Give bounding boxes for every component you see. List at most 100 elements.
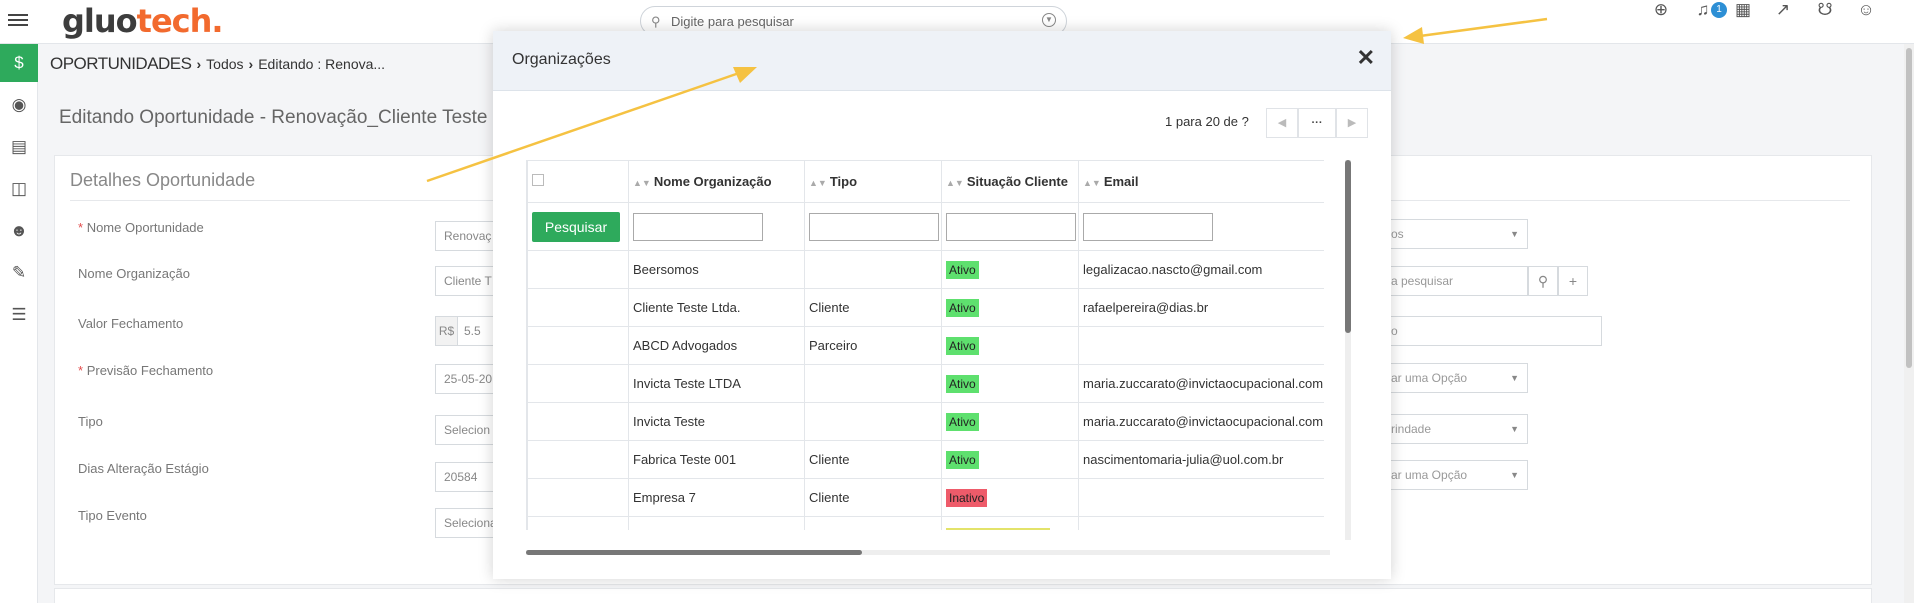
org-type: Cliente xyxy=(804,478,942,517)
bell-icon[interactable]: ♫ xyxy=(1693,0,1713,20)
chevron-down-icon[interactable]: ▼ xyxy=(1042,13,1056,27)
org-name[interactable] xyxy=(628,516,805,530)
chevron-right-icon: › xyxy=(248,56,254,72)
money-bag-icon[interactable]: ◉ xyxy=(0,86,38,124)
scrollbar-thumb[interactable] xyxy=(1906,48,1912,368)
cart-icon[interactable]: ☋ xyxy=(1815,0,1835,20)
right-select-4[interactable]: ar uma Opção ▼ xyxy=(1384,460,1528,490)
table-row[interactable]: Invicta Teste LTDA Ativo maria.zuccarato@i… xyxy=(527,364,1324,403)
chart-icon[interactable]: ↗ xyxy=(1773,0,1793,20)
org-type xyxy=(804,364,942,403)
org-status: Ativo xyxy=(941,402,1079,441)
logo[interactable]: gluotech. xyxy=(62,2,224,40)
table-row[interactable]: Beersomos Ativo legalizacao.nascto@gmail.c… xyxy=(527,250,1324,289)
page-title: Editando Oportunidade - Renovação_Client… xyxy=(59,107,488,128)
org-email: maria.zuccarato@invictaocupacional.com.b… xyxy=(1078,364,1324,403)
column-header-name[interactable]: ▲▼ Nome Organização xyxy=(628,160,805,203)
filter-cell xyxy=(804,202,942,251)
search-button[interactable]: Pesquisar xyxy=(532,211,620,242)
org-status: Ativo xyxy=(941,440,1079,479)
table-row[interactable]: ABCD Advogados Parceiro Ativo xyxy=(527,326,1324,365)
right-select-3[interactable]: rindade ▼ xyxy=(1384,414,1528,444)
menu-icon[interactable] xyxy=(8,11,28,31)
breadcrumb-root[interactable]: OPORTUNIDADES xyxy=(50,54,192,73)
table-row[interactable]: Cliente Teste Ltda. Cliente Ativo rafaelper… xyxy=(527,288,1324,327)
right-search-input[interactable]: a pesquisar xyxy=(1384,266,1528,296)
invoice-icon[interactable]: ▤ xyxy=(0,128,38,166)
org-name[interactable]: Fabrica Teste 001 xyxy=(628,440,805,479)
org-name[interactable]: Invicta Teste LTDA xyxy=(628,364,805,403)
filter-name-input[interactable] xyxy=(633,212,763,241)
status-badge: Ativo xyxy=(946,260,979,279)
prev-page-button[interactable]: ◀ xyxy=(1266,108,1298,138)
org-status: Ativo xyxy=(941,326,1079,365)
status-badge: Inativo xyxy=(946,488,988,507)
org-type xyxy=(804,250,942,289)
org-type: Cliente xyxy=(804,288,942,327)
page-scrollbar[interactable] xyxy=(1904,44,1914,603)
breadcrumb-todos[interactable]: Todos xyxy=(206,56,243,72)
right-select-1[interactable]: os ▼ xyxy=(1384,219,1528,249)
table-row[interactable]: Fabrica Teste 001 Cliente Ativo nascimentom… xyxy=(527,440,1324,479)
search-icon[interactable]: ⚲ xyxy=(1528,266,1558,296)
section-title: Detalhes Oportunidade xyxy=(70,170,256,190)
add-circle-icon[interactable]: ⊕ xyxy=(1651,0,1671,20)
right-input[interactable]: o xyxy=(1384,316,1602,346)
checklist-icon[interactable]: ☰ xyxy=(0,296,38,334)
filter-cell xyxy=(628,202,805,251)
org-name[interactable]: Empresa 7 xyxy=(628,478,805,517)
table-row[interactable] xyxy=(527,516,1324,530)
filter-cell xyxy=(941,202,1079,251)
org-name[interactable]: Beersomos xyxy=(628,250,805,289)
right-select-2[interactable]: ar uma Opção ▼ xyxy=(1384,363,1528,393)
filter-email-input[interactable] xyxy=(1083,212,1213,241)
org-status: Ativo xyxy=(941,288,1079,327)
select-all-cell xyxy=(527,160,629,203)
org-type: Cliente xyxy=(804,440,942,479)
org-name[interactable]: ABCD Advogados xyxy=(628,326,805,365)
more-button[interactable]: ··· xyxy=(1298,108,1336,138)
organizations-grid: ▲▼ Nome Organização ▲▼ Tipo ▲▼ Situação Cli… xyxy=(526,160,1324,530)
org-email xyxy=(1078,516,1324,530)
org-status: Ativo xyxy=(941,364,1079,403)
select-all-checkbox[interactable] xyxy=(532,174,544,186)
filter-tipo-input[interactable] xyxy=(809,212,939,241)
next-page-button[interactable]: ▶ xyxy=(1336,108,1368,138)
scrollbar-thumb[interactable] xyxy=(1345,160,1351,333)
column-header-situacao[interactable]: ▲▼ Situação Cliente xyxy=(941,160,1079,203)
person-icon[interactable]: ☻ xyxy=(0,212,38,250)
user-icon[interactable]: ☺ xyxy=(1856,0,1876,20)
grid-horizontal-scrollbar[interactable] xyxy=(526,550,1330,555)
org-type xyxy=(804,516,942,530)
table-row[interactable]: Invicta Teste Ativo maria.zuccarato@invict… xyxy=(527,402,1324,441)
status-badge: Ativo xyxy=(946,412,979,431)
organizations-modal: Organizações ✕ 1 para 20 de ? ◀ ··· ▶ ▲▼… xyxy=(493,31,1391,579)
filter-cell xyxy=(1078,202,1324,251)
org-status: Inativo xyxy=(941,478,1079,517)
field-label: * Previsão Fechamento xyxy=(78,363,214,378)
scrollbar-thumb[interactable] xyxy=(526,550,862,555)
filter-situacao-input[interactable] xyxy=(946,212,1076,241)
org-name[interactable]: Cliente Teste Ltda. xyxy=(628,288,805,327)
notification-badge: 1 xyxy=(1711,2,1727,18)
next-section-card xyxy=(54,588,1872,603)
field-label: Nome Organização xyxy=(78,266,190,281)
sort-icon: ▲▼ xyxy=(1083,178,1101,188)
column-header-email[interactable]: ▲▼ Email xyxy=(1078,160,1324,203)
search-input[interactable] xyxy=(671,12,1031,30)
opportunity-icon[interactable]: $ xyxy=(0,44,38,82)
plus-icon[interactable]: + xyxy=(1558,266,1588,296)
org-email xyxy=(1078,478,1324,517)
documents-icon[interactable]: ◫ xyxy=(0,170,38,208)
field-label: * Nome Oportunidade xyxy=(78,220,204,235)
sort-icon: ▲▼ xyxy=(633,178,651,188)
signature-icon[interactable]: ✎ xyxy=(0,254,38,292)
calendar-icon[interactable]: ▦ xyxy=(1733,0,1753,20)
table-row[interactable]: Empresa 7 Cliente Inativo xyxy=(527,478,1324,517)
grid-vertical-scrollbar[interactable] xyxy=(1345,160,1351,540)
search-icon: ⚲ xyxy=(651,14,661,29)
org-name[interactable]: Invicta Teste xyxy=(628,402,805,441)
close-icon[interactable]: ✕ xyxy=(1357,45,1375,71)
caret-down-icon: ▼ xyxy=(1510,470,1519,480)
column-header-tipo[interactable]: ▲▼ Tipo xyxy=(804,160,942,203)
